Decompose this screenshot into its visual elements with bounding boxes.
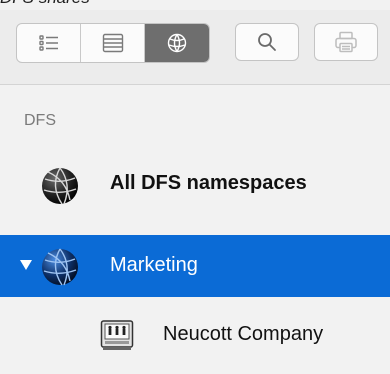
sidebar: DFS All DFS namespaces Marketing Neucott…	[0, 85, 390, 374]
sidebar-item-label: Marketing	[110, 254, 198, 276]
dfs-window: DFS shares	[0, 0, 390, 374]
sidebar-item-neucott-company[interactable]: Neucott Company	[0, 305, 390, 365]
search-button[interactable]	[235, 23, 299, 61]
list-view-button[interactable]	[17, 24, 81, 62]
section-label-dfs: DFS	[24, 112, 56, 129]
sidebar-item-marketing[interactable]: Marketing	[0, 235, 390, 297]
sidebar-item-all-dfs-namespaces[interactable]: All DFS namespaces	[0, 155, 390, 215]
window-title: DFS shares	[0, 0, 390, 10]
server-share-icon	[100, 320, 134, 350]
window-title-text: DFS shares	[0, 0, 90, 8]
print-button[interactable]	[314, 23, 378, 61]
sidebar-item-label: Neucott Company	[163, 323, 324, 345]
disclosure-triangle-icon[interactable]	[19, 259, 33, 271]
globe-view-icon	[167, 33, 187, 53]
dfs-globe-icon	[42, 248, 78, 286]
list-view-icon	[38, 35, 58, 51]
print-icon	[335, 31, 357, 53]
toolbar	[0, 10, 390, 85]
column-view-button[interactable]	[81, 24, 145, 62]
globe-view-button[interactable]	[145, 24, 209, 62]
sidebar-item-label: All DFS namespaces	[110, 172, 307, 194]
search-icon	[258, 33, 276, 51]
column-view-icon	[102, 33, 123, 53]
dfs-globe-icon	[42, 167, 78, 205]
view-segmented-control	[16, 23, 210, 63]
